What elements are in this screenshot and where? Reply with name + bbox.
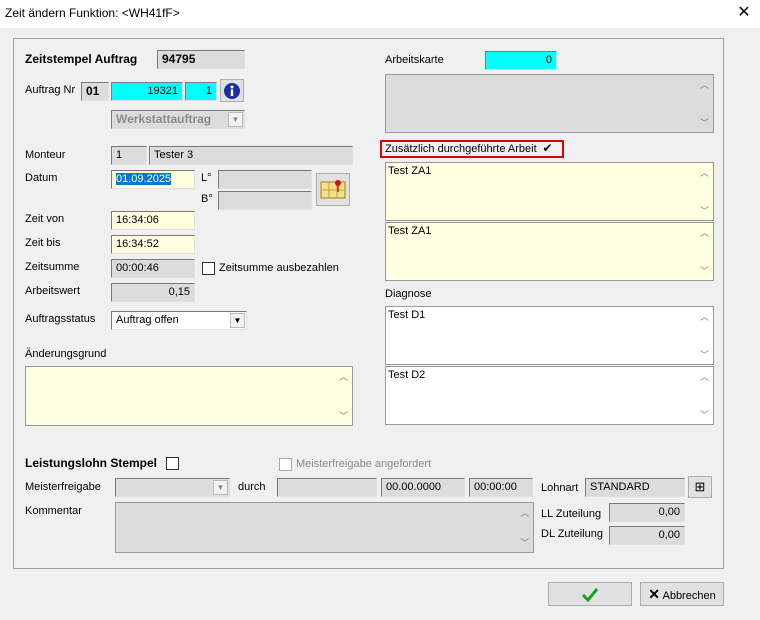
meister-date-field: 00.00.0000 (381, 478, 465, 497)
zeit-bis-label: Zeit bis (25, 237, 61, 249)
aenderungsgrund-textarea[interactable]: ︿ ﹀ (25, 366, 353, 426)
arbeitswert-label: Arbeitswert (25, 285, 81, 297)
zeitstempel-label: Zeitstempel Auftrag (25, 52, 138, 66)
dl-zuteilung-label: DL Zuteilung (541, 528, 603, 540)
scrollbar[interactable]: ︿ ﹀ (335, 367, 352, 425)
meister-angefordert-checkbox (279, 458, 292, 471)
leistungslohn-label: Leistungslohn Stempel (25, 456, 158, 470)
auftrag-sub-field[interactable]: 1 (185, 82, 217, 101)
scrollbar[interactable]: ︿ ﹀ (696, 223, 713, 280)
cancel-x-icon: ✕ (648, 586, 661, 602)
b-label: B° (201, 193, 213, 205)
zeit-bis-field[interactable]: 16:34:52 (111, 235, 195, 254)
auftrag-nr-label: Auftrag Nr (25, 84, 76, 96)
meisterfreigabe-label: Meisterfreigabe (25, 481, 101, 493)
arbeitswert-field: 0,15 (111, 283, 195, 302)
zeit-von-field[interactable]: 16:34:06 (111, 211, 195, 230)
monteur-label: Monteur (25, 149, 66, 161)
scrollbar[interactable]: ︿ ﹀ (516, 503, 533, 552)
map-button[interactable] (316, 173, 350, 206)
auftrag-prefix-field: 01 (81, 82, 109, 101)
map-pin-icon (320, 180, 346, 199)
arbeitskarte-textarea: ︿ ﹀ (385, 74, 714, 133)
chevron-down-icon: ▼ (228, 112, 243, 127)
dl-zuteilung-field: 0,00 (609, 526, 685, 545)
diagnose-textarea-2[interactable]: Test D2 ︿ ﹀ (385, 366, 714, 425)
leistungslohn-checkbox[interactable] (166, 457, 179, 470)
info-button[interactable] (220, 79, 244, 102)
auftrag-type-value: Werkstattauftrag (116, 112, 212, 126)
auftragsstatus-label: Auftragsstatus (25, 313, 96, 325)
meister-time-field: 00:00:00 (469, 478, 533, 497)
close-icon[interactable]: ✕ (730, 2, 758, 26)
chevron-down-icon: ▼ (213, 480, 228, 495)
auftrag-number-field[interactable]: 19321 (111, 82, 183, 101)
l-field (218, 170, 312, 189)
durch-label: durch (238, 481, 266, 493)
zeitsumme-ausbezahlen-label: Zeitsumme ausbezahlen (219, 262, 339, 274)
meisterfreigabe-combo: ▼ (115, 478, 230, 497)
ok-button[interactable] (548, 582, 632, 606)
diagnose-textarea-1[interactable]: Test D1 ︿ ﹀ (385, 306, 714, 365)
window-title: Zeit ändern Funktion: <WH41fF> (5, 6, 180, 20)
aenderungsgrund-label: Änderungsgrund (25, 348, 107, 360)
scrollbar[interactable]: ︿ ﹀ (696, 367, 713, 424)
ll-zuteilung-field: 0,00 (609, 503, 685, 522)
diagnose-text-2: Test D2 (388, 369, 426, 381)
scrollbar[interactable]: ︿ ﹀ (696, 307, 713, 364)
lohnart-table-button[interactable]: ⊞ (688, 476, 712, 498)
l-label: L° (201, 172, 212, 184)
datum-field[interactable]: 01.09.2025 (111, 170, 195, 189)
zeit-von-label: Zeit von (25, 213, 65, 225)
ll-zuteilung-label: LL Zuteilung (541, 508, 602, 520)
zusatz-checkbox[interactable]: ✔ (541, 142, 554, 155)
cancel-button[interactable]: ✕ Abbrechen (640, 582, 724, 606)
ok-check-icon (581, 588, 599, 603)
scrollbar[interactable]: ︿ ﹀ (696, 163, 713, 220)
title-bar: Zeit ändern Funktion: <WH41fF> ✕ (0, 0, 760, 28)
datum-value: 01.09.2025 (116, 173, 172, 185)
zeitsumme-ausbezahlen-checkbox[interactable] (202, 262, 215, 275)
zusatz-label: Zusätzlich durchgeführte Arbeit (385, 143, 537, 155)
zusatz-text-2: Test ZA1 (388, 225, 432, 237)
table-icon: ⊞ (694, 479, 706, 494)
datum-label: Datum (25, 172, 58, 184)
zusatz-textarea-2[interactable]: Test ZA1 ︿ ﹀ (385, 222, 714, 281)
zeitsumme-label: Zeitsumme (25, 261, 80, 273)
b-field (218, 191, 312, 210)
diagnose-text-1: Test D1 (388, 309, 426, 321)
kommentar-textarea: ︿ ﹀ (115, 502, 534, 553)
durch-field (277, 478, 377, 497)
auftragsstatus-combo[interactable]: Auftrag offen ▼ (111, 311, 247, 330)
kommentar-label: Kommentar (25, 505, 82, 517)
cancel-label: Abbrechen (662, 590, 716, 602)
zeitstempel-field: 94795 (157, 50, 245, 69)
monteur-id-field: 1 (111, 146, 147, 165)
auftrag-type-combo: Werkstattauftrag ▼ (111, 110, 245, 129)
chevron-down-icon[interactable]: ▼ (230, 313, 245, 328)
diagnose-label: Diagnose (385, 288, 432, 300)
lohnart-field: STANDARD (585, 478, 685, 497)
monteur-name-field: Tester 3 (149, 146, 353, 165)
lohnart-label: Lohnart (541, 482, 579, 494)
auftragsstatus-value: Auftrag offen (116, 314, 179, 326)
meister-angefordert-label: Meisterfreigabe angefordert (296, 458, 432, 470)
zeitsumme-field: 00:00:46 (111, 259, 195, 278)
arbeitskarte-field[interactable]: 0 (485, 51, 557, 70)
scrollbar[interactable]: ︿ ﹀ (696, 75, 713, 132)
zusatz-text-1: Test ZA1 (388, 165, 432, 177)
info-icon (224, 83, 240, 99)
zusatz-textarea-1[interactable]: Test ZA1 ︿ ﹀ (385, 162, 714, 221)
arbeitskarte-label: Arbeitskarte (385, 54, 444, 66)
